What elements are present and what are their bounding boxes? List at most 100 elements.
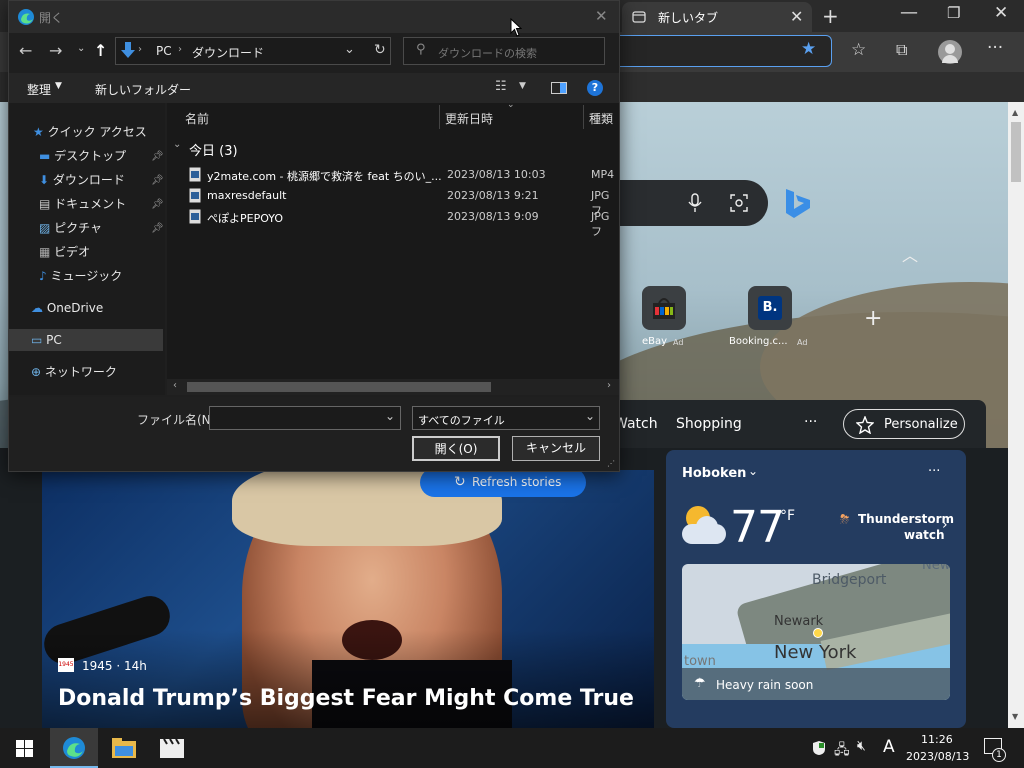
tree-item[interactable]: ♪ ミュージック	[39, 264, 122, 288]
filename-input[interactable]: ⌄	[209, 406, 401, 430]
favorite-star-icon[interactable]: ★	[801, 39, 816, 59]
weather-map[interactable]: Bridgeport Newark New York town New ☂ He…	[682, 564, 950, 700]
address-bar[interactable]: ★	[612, 35, 832, 67]
horizontal-scrollbar[interactable]: ‹ ›	[167, 379, 619, 395]
scrollbar-thumb[interactable]	[1011, 122, 1021, 182]
clock-time[interactable]: 11:26	[921, 733, 953, 746]
browser-tab[interactable]: 新しいタブ ✕	[622, 2, 812, 32]
pin-icon[interactable]: 📌︎	[151, 151, 164, 162]
minimize-icon[interactable]: —	[900, 2, 918, 23]
view-options-icon[interactable]: ☷	[495, 79, 507, 94]
collections-icon[interactable]: ⧉	[896, 40, 907, 60]
quicklink-ebay[interactable]	[642, 286, 686, 330]
favorites-icon[interactable]: ☆	[851, 40, 866, 60]
scroll-left-icon[interactable]: ‹	[173, 380, 177, 391]
location-chevron-icon[interactable]: ⌄	[748, 464, 758, 478]
volume-muted-icon[interactable]: 🔇︎	[857, 738, 866, 754]
recent-dropdown-icon[interactable]: ⌄	[77, 43, 85, 54]
back-icon[interactable]: ←	[19, 41, 32, 60]
tree-item[interactable]: ⊕ ネットワーク	[31, 360, 117, 384]
path-segment[interactable]: PC	[156, 44, 172, 58]
tree-item[interactable]: ★ クイック アクセス	[33, 120, 147, 144]
resize-grip-icon[interactable]: ⋰	[607, 459, 615, 468]
cancel-button[interactable]: キャンセル	[512, 436, 600, 461]
group-collapse-icon[interactable]: ⌄	[173, 139, 181, 150]
path-segment[interactable]: ダウンロード	[192, 44, 264, 61]
tree-item[interactable]: ▬ デスクトップ	[39, 144, 126, 168]
column-date[interactable]: 更新日時	[445, 110, 493, 127]
add-quicklink-button[interactable]: +	[864, 306, 882, 331]
visual-search-icon[interactable]	[730, 194, 748, 212]
forward-icon[interactable]: →	[49, 41, 62, 60]
search-box[interactable]: ⚲ ダウンロードの検索	[403, 37, 605, 65]
weather-more-icon[interactable]: ···	[928, 464, 940, 479]
nav-more-icon[interactable]: ···	[804, 414, 817, 430]
tree-item[interactable]: ▨ ピクチャ	[39, 216, 102, 240]
settings-more-icon[interactable]: ···	[987, 38, 1003, 58]
clock-date[interactable]: 2023/08/13	[906, 750, 969, 763]
temperature-unit[interactable]: °F	[780, 508, 795, 524]
scroll-down-icon[interactable]: ▼	[1012, 712, 1018, 721]
organize-dropdown-icon[interactable]: ▼	[55, 81, 62, 91]
ime-indicator[interactable]: A	[883, 737, 895, 757]
tree-item[interactable]: ▭ PC	[31, 328, 62, 352]
nav-shopping[interactable]: Shopping	[676, 416, 742, 432]
file-explorer-icon[interactable]	[112, 738, 136, 758]
refresh-icon[interactable]: ↻	[374, 42, 386, 58]
scroll-up-icon[interactable]: ▲	[1012, 108, 1018, 117]
hero-story-card[interactable]: 1945 1945 · 14h Donald Trump’s Biggest F…	[42, 470, 654, 728]
hscroll-thumb[interactable]	[187, 382, 491, 392]
path-dropdown-icon[interactable]: ⌄	[344, 42, 355, 57]
collapse-chevron-icon[interactable]: ︿	[902, 242, 918, 266]
close-tab-icon[interactable]: ✕	[790, 7, 803, 26]
scroll-right-icon[interactable]: ›	[607, 380, 611, 391]
bing-chat-icon[interactable]	[778, 183, 816, 223]
filename-dropdown-icon[interactable]: ⌄	[385, 409, 395, 423]
restore-icon[interactable]: ❐	[947, 4, 960, 22]
tree-item[interactable]: ▤ ドキュメント	[39, 192, 126, 216]
story-headline[interactable]: Donald Trump’s Biggest Fear Might Come T…	[58, 686, 634, 711]
weather-card[interactable]: Hoboken ⌄ ··· 77 °F ⛈ Thunderstorm watch…	[666, 450, 966, 728]
help-icon[interactable]: ?	[587, 80, 603, 96]
dialog-titlebar[interactable]: 開く ✕	[9, 1, 619, 33]
nav-watch[interactable]: Watch	[614, 416, 658, 432]
column-type[interactable]: 種類	[589, 110, 613, 127]
file-type-select[interactable]: すべてのファイル ⌄	[412, 406, 600, 430]
column-name[interactable]: 名前	[185, 110, 209, 127]
taskbar-edge[interactable]	[50, 728, 98, 768]
up-folder-icon[interactable]: ↑	[94, 41, 107, 60]
pin-icon[interactable]: 📌︎	[151, 223, 164, 234]
alert-line2[interactable]: watch	[904, 528, 945, 542]
organize-menu[interactable]: 整理	[27, 81, 51, 98]
alert-line1[interactable]: Thunderstorm	[858, 512, 954, 526]
microphone-icon[interactable]	[688, 193, 702, 213]
network-status-icon[interactable]: 🖧︎	[834, 739, 850, 763]
file-row[interactable]: y2mate.com - 桃源郷で救済を feat ちのい_... 2023/0…	[167, 165, 619, 186]
start-windows-icon[interactable]	[16, 740, 33, 757]
view-dropdown-icon[interactable]: ▼	[519, 81, 526, 91]
profile-avatar[interactable]	[938, 40, 962, 64]
pin-icon[interactable]: 📌︎	[151, 175, 164, 186]
filter-dropdown-icon[interactable]: ⌄	[585, 409, 595, 423]
tree-item[interactable]: ▦ ビデオ	[39, 240, 90, 264]
page-scrollbar[interactable]: ▲ ▼	[1008, 102, 1024, 728]
address-path[interactable]: › PC › ダウンロード ⌄ ↻	[115, 37, 391, 65]
file-row[interactable]: maxresdefault 2023/08/13 9:21 JPG フ	[167, 186, 619, 217]
tree-item[interactable]: ☁ OneDrive	[31, 296, 103, 320]
personalize-button[interactable]: Personalize	[843, 409, 965, 439]
alert-chevron-icon[interactable]: ›	[942, 517, 948, 533]
new-tab-button[interactable]: +	[822, 4, 839, 28]
new-folder-button[interactable]: 新しいフォルダー	[95, 81, 191, 98]
refresh-stories-button[interactable]: ↻ Refresh stories	[420, 468, 586, 497]
weather-location[interactable]: Hoboken	[682, 466, 746, 481]
open-button[interactable]: 開く(O)	[412, 436, 500, 461]
file-row[interactable]: ぺぽよPEPOYO 2023/08/13 9:09 JPG フ	[167, 207, 619, 238]
pin-icon[interactable]: 📌︎	[151, 199, 164, 210]
quicklink-booking[interactable]: B.	[748, 286, 792, 330]
security-shield-icon[interactable]	[812, 740, 826, 756]
tree-item[interactable]: ⬇ ダウンロード	[39, 168, 125, 192]
preview-pane-icon[interactable]	[551, 82, 567, 94]
close-window-icon[interactable]: ✕	[994, 3, 1008, 23]
video-editor-icon[interactable]	[160, 738, 184, 758]
group-header[interactable]: 今日 (3)	[189, 140, 238, 159]
